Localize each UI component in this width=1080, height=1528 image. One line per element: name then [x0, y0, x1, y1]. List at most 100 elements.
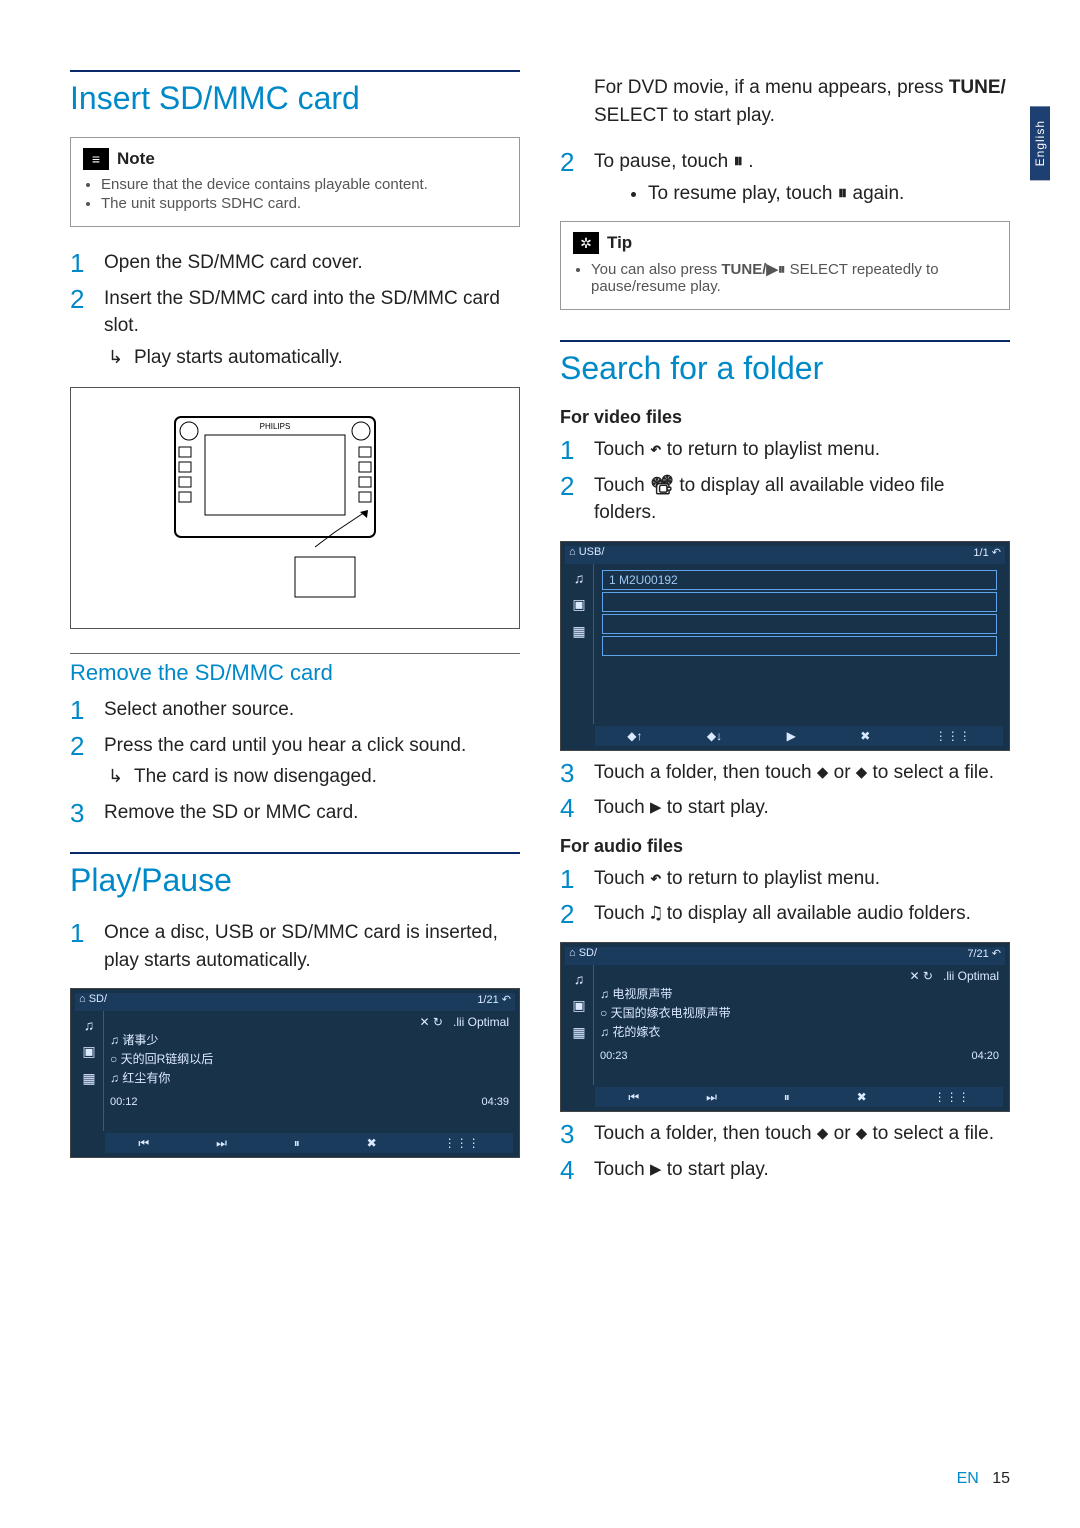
ss-keypad-icon: ⋮⋮⋮ [935, 729, 971, 743]
down-arrow-icon: ◆ [856, 759, 867, 787]
play-icon: ▶ [650, 794, 661, 822]
ss-home-icon: ⌂ SD/ [569, 947, 597, 965]
ss-pause-icon: ⏸ [784, 1090, 790, 1105]
step-item: Touch ▶ to start play. [560, 794, 1010, 822]
ss-track-count: 7/21 ↶ [967, 947, 1001, 965]
step-item: Touch a folder, then touch ◆ or ◆ to sel… [560, 759, 1010, 787]
ss-prev-icon: ⏮ [138, 1136, 149, 1151]
ss-elapsed: 00:23 [600, 1050, 628, 1062]
tip-text: You can also press TUNE/▶⏸ SELECT repeat… [591, 260, 997, 295]
return-icon: ↶ [650, 436, 661, 464]
picture-icon: ▦ [82, 1070, 95, 1087]
ss-repeat-icon: ↻ [923, 969, 933, 983]
video-steps-b: Touch a folder, then touch ◆ or ◆ to sel… [560, 759, 1010, 822]
folder-row-empty [602, 592, 997, 612]
step-item: Press the card until you hear a click so… [70, 732, 520, 791]
note-item: The unit supports SDHC card. [101, 195, 507, 212]
ss-track-row: ♫ 诸事少 [110, 1031, 509, 1048]
footer-page: 15 [992, 1470, 1010, 1487]
step-item: Touch ▶ to start play. [560, 1156, 1010, 1184]
ss-track-row: ♫ 花的嫁衣 [600, 1023, 999, 1040]
audio-heading: For audio files [560, 836, 1010, 857]
resume-bullet: To resume play, touch ⏸ again. [648, 180, 1010, 208]
tip-label: Tip [607, 233, 632, 253]
right-column: For DVD movie, if a menu appears, press … [560, 70, 1010, 1197]
player-screenshot-sd2: ⌂ SD/ 7/21 ↶ ♫ ▣ ▦ ✕ ↻ .lii Optimal ♫ 电视… [560, 942, 1010, 1112]
svg-text:PHILIPS: PHILIPS [260, 422, 291, 431]
up-arrow-icon: ◆ [817, 759, 828, 787]
subsection-rule [70, 653, 520, 654]
device-illustration: PHILIPS [70, 387, 520, 629]
ss-next-icon: ⏭ [706, 1090, 717, 1105]
left-column: Insert SD/MMC card ≡ Note Ensure that th… [70, 70, 520, 1197]
video-steps-a: Touch ↶ to return to playlist menu. Touc… [560, 436, 1010, 527]
music-icon: ♫ [84, 1017, 95, 1033]
ss-home-icon: ⌂ USB/ [569, 546, 604, 564]
ss-shuffle-icon: ✕ [910, 969, 920, 983]
ss-play-icon: ▶ [787, 729, 796, 743]
video-icon: ▣ [572, 596, 585, 613]
step-item: Touch a folder, then touch ◆ or ◆ to sel… [560, 1120, 1010, 1148]
folder-row: 1 M2U00192 [602, 570, 997, 590]
ss-keypad-icon: ⋮⋮⋮ [934, 1090, 970, 1104]
ss-down-icon: ◆↓ [707, 729, 722, 743]
tip-icon: ✲ [573, 232, 599, 254]
ss-next-icon: ⏭ [216, 1136, 227, 1151]
footer-lang: EN [957, 1470, 979, 1487]
step-item: Select another source. [70, 696, 520, 724]
folder-row-empty [602, 614, 997, 634]
tip-callout: ✲ Tip You can also press TUNE/▶⏸ SELECT … [560, 221, 1010, 310]
music-icon: ♫ [574, 971, 585, 987]
step-result: The card is now disengaged. [104, 763, 520, 791]
folder-screenshot-usb: ⌂ USB/ 1/1 ↶ ♫ ▣ ▦ 1 M2U00192 ◆↑ ◆↓ [560, 541, 1010, 751]
step-item: Once a disc, USB or SD/MMC card is inser… [70, 919, 520, 974]
pause-icon: ⏸ [733, 148, 743, 176]
play-steps: Once a disc, USB or SD/MMC card is inser… [70, 919, 520, 974]
step-item: Touch ♫ to display all available audio f… [560, 900, 1010, 928]
ss-track-count: 1/21 ↶ [477, 993, 511, 1011]
step-item: Remove the SD or MMC card. [70, 799, 520, 827]
ss-keypad-icon: ⋮⋮⋮ [444, 1136, 480, 1150]
step-result: Play starts automatically. [104, 344, 520, 372]
ss-track-row: ♫ 红尘有你 [110, 1069, 509, 1086]
video-heading: For video files [560, 407, 1010, 428]
picture-icon: ▦ [572, 623, 585, 640]
step-item: Insert the SD/MMC card into the SD/MMC c… [70, 285, 520, 372]
note-callout: ≡ Note Ensure that the device contains p… [70, 137, 520, 227]
return-icon: ↶ [650, 865, 661, 893]
ss-close-icon: ✖ [860, 729, 870, 743]
video-icon: ▣ [572, 997, 585, 1014]
pause-icon: ⏸ [838, 180, 848, 208]
play-icon: ▶ [650, 1156, 661, 1184]
music-icon: ♫ [574, 570, 585, 586]
ss-pause-icon: ⏸ [294, 1136, 300, 1151]
section-rule [560, 340, 1010, 342]
note-item: Ensure that the device contains playable… [101, 176, 507, 193]
down-arrow-icon: ◆ [856, 1120, 867, 1148]
note-icon: ≡ [83, 148, 109, 170]
intro-paragraph: For DVD movie, if a menu appears, press … [560, 74, 1010, 129]
page-footer: EN 15 [957, 1470, 1010, 1488]
video-mode-icon: 📽 [650, 472, 674, 500]
page-content: Insert SD/MMC card ≡ Note Ensure that th… [0, 0, 1080, 1237]
step-item: Touch 📽 to display all available video f… [560, 472, 1010, 527]
section-rule [70, 70, 520, 72]
step-item: Touch ↶ to return to playlist menu. [560, 436, 1010, 464]
ss-stop-icon: ✖ [857, 1090, 867, 1104]
section-title-insert: Insert SD/MMC card [70, 80, 520, 117]
music-mode-icon: ♫ [650, 900, 661, 928]
up-arrow-icon: ◆ [817, 1120, 828, 1148]
ss-repeat-icon: ↻ [433, 1015, 443, 1029]
section-title-playpause: Play/Pause [70, 862, 520, 899]
picture-icon: ▦ [572, 1024, 585, 1041]
player-screenshot-sd: ⌂ SD/ 1/21 ↶ ♫ ▣ ▦ ✕ ↻ .lii Optimal ♫ 诸事… [70, 988, 520, 1158]
ss-page-count: 1/1 ↶ [973, 546, 1001, 564]
ss-shuffle-icon: ✕ [420, 1015, 430, 1029]
folder-row-empty [602, 636, 997, 656]
remove-steps: Select another source. Press the card un… [70, 696, 520, 826]
ss-home-icon: ⌂ SD/ [79, 993, 107, 1011]
note-label: Note [117, 149, 155, 169]
insert-steps: Open the SD/MMC card cover. Insert the S… [70, 249, 520, 371]
ss-stop-icon: ✖ [367, 1136, 377, 1150]
step-item: Touch ↶ to return to playlist menu. [560, 865, 1010, 893]
